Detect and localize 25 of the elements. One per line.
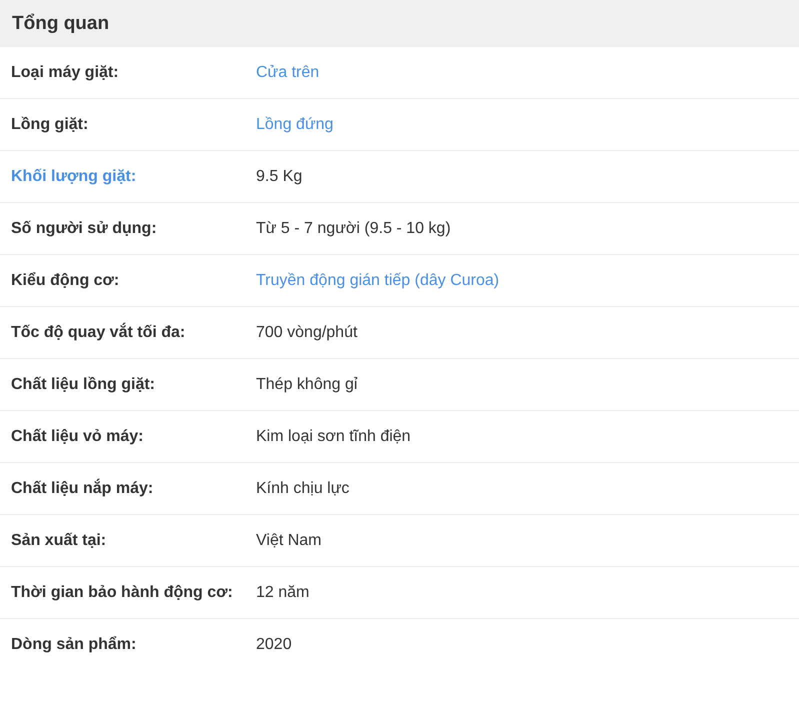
spec-label: Kiểu động cơ: [11,272,120,289]
spec-label: Tốc độ quay vắt tối đa: [11,324,186,341]
spec-value: 9.5 Kg [256,168,302,185]
spec-value: Việt Nam [256,532,322,549]
spec-value: Thép không gỉ [256,376,358,393]
spec-label: Số người sử dụng: [11,220,157,237]
spec-value: 12 năm [256,584,310,601]
spec-value: Kính chịu lực [256,480,350,497]
spec-label: Loại máy giặt: [11,64,119,81]
spec-label: Chất liệu lồng giặt: [11,376,155,393]
spec-label-link[interactable]: Khối lượng giặt: [11,168,136,185]
spec-value: Từ 5 - 7 người (9.5 - 10 kg) [256,220,451,237]
spec-label: Lồng giặt: [11,116,88,133]
spec-value: 2020 [256,636,292,653]
spec-label: Chất liệu vỏ máy: [11,428,144,445]
spec-label: Sản xuất tại: [11,532,106,549]
spec-label: Thời gian bảo hành động cơ: [11,584,233,601]
spec-label: Dòng sản phẩm: [11,636,136,653]
spec-value: 700 vòng/phút [256,324,358,341]
spec-value-link[interactable]: Cửa trên [256,64,320,81]
spec-value: Kim loại sơn tĩnh điện [256,428,411,445]
spec-label: Chất liệu nắp máy: [11,480,154,497]
spec-value-link[interactable]: Truyền động gián tiếp (dây Curoa) [256,272,500,289]
section-title: Tổng quan [12,12,110,34]
spec-value-link[interactable]: Lồng đứng [256,116,334,133]
